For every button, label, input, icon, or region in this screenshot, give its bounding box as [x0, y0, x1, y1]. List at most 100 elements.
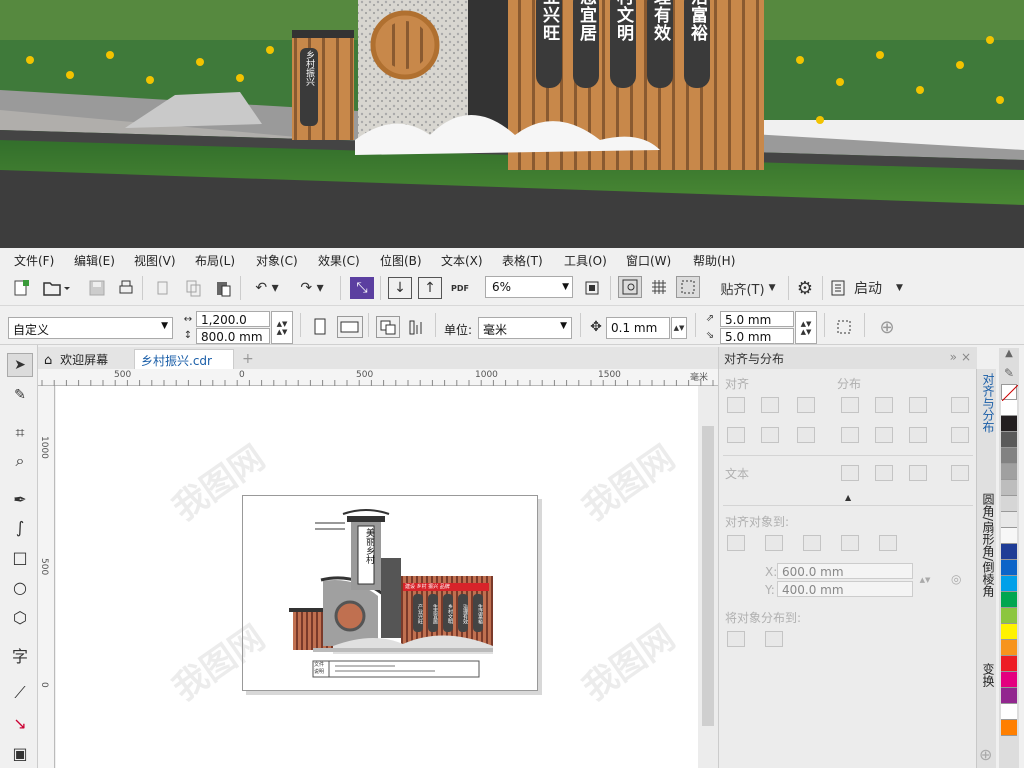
color-swatch[interactable]	[1001, 640, 1017, 656]
align-left-icon[interactable]	[727, 397, 745, 413]
align-to-point-icon[interactable]	[879, 535, 897, 551]
full-screen-icon[interactable]	[580, 277, 604, 299]
portrait-icon[interactable]	[310, 316, 330, 338]
show-rulers-icon[interactable]	[618, 276, 642, 298]
no-fill-swatch[interactable]	[1001, 384, 1018, 401]
expand-icon[interactable]: »	[950, 350, 957, 364]
new-document-icon[interactable]	[10, 278, 32, 298]
side-tab-transform[interactable]: 变换	[980, 663, 997, 687]
color-swatch[interactable]	[1001, 528, 1017, 544]
zoom-level-field[interactable]: 6% ▼	[485, 276, 573, 298]
page-width-field[interactable]: 1,200.0 mm	[196, 311, 270, 341]
color-swatch[interactable]	[1001, 608, 1017, 624]
nudge-distance-field[interactable]: 0.1 mm	[606, 317, 670, 339]
menu-file[interactable]: 文件(F)	[14, 252, 54, 269]
export-icon[interactable]: ↑	[418, 277, 442, 299]
color-swatch[interactable]	[1001, 400, 1017, 416]
menu-edit[interactable]: 编辑(E)	[74, 252, 115, 269]
nudge-stepper[interactable]: ▲▼	[671, 317, 687, 339]
show-grid-icon[interactable]	[648, 276, 670, 298]
cut-icon[interactable]	[152, 278, 174, 298]
color-swatch[interactable]	[1001, 512, 1017, 528]
align-center-v-icon[interactable]	[761, 427, 779, 443]
scrollbar-thumb[interactable]	[702, 426, 714, 726]
redo-icon[interactable]: ↷ ▾	[295, 278, 329, 298]
pick-tool-icon[interactable]: ➤	[7, 353, 33, 377]
align-y-field[interactable]: 400.0 mm	[777, 581, 913, 597]
show-guidelines-icon[interactable]	[676, 276, 700, 298]
color-swatch[interactable]	[1001, 576, 1017, 592]
units-dropdown[interactable]: 毫米 ▼	[478, 317, 572, 339]
menu-layout[interactable]: 布局(L)	[195, 252, 235, 269]
import-icon[interactable]: ↓	[388, 277, 412, 299]
color-swatch[interactable]	[1001, 544, 1017, 560]
distribute-center-icon[interactable]	[875, 397, 893, 413]
color-swatch[interactable]	[1001, 480, 1017, 496]
color-swatch[interactable]	[1001, 624, 1017, 640]
treat-as-filled-icon[interactable]	[832, 316, 856, 338]
target-point-icon[interactable]: ◎	[951, 572, 961, 586]
drop-shadow-tool-icon[interactable]: ▣	[7, 741, 33, 765]
vertical-ruler[interactable]: 1000 500 0	[38, 386, 55, 768]
distribute-right-icon[interactable]	[951, 397, 969, 413]
close-icon[interactable]: ×	[961, 350, 971, 364]
distribute-to-page-icon[interactable]	[765, 631, 783, 647]
vertical-scrollbar[interactable]	[698, 386, 718, 768]
align-top-icon[interactable]	[727, 427, 745, 443]
distribute-spacing-icon[interactable]	[909, 397, 927, 413]
menu-text[interactable]: 文本(X)	[441, 252, 483, 269]
color-swatch[interactable]	[1001, 592, 1017, 608]
dimension-stepper[interactable]: ▲▼ ▲▼	[271, 311, 293, 344]
align-to-active-icon[interactable]	[727, 535, 745, 551]
application-launcher[interactable]: 启动 ▼	[830, 277, 920, 299]
align-to-page-center-icon[interactable]	[803, 535, 821, 551]
color-swatch[interactable]	[1001, 464, 1017, 480]
distribute-v-spacing-icon[interactable]	[909, 427, 927, 443]
duplicate-y-field[interactable]: 5.0 mm	[720, 328, 794, 344]
open-folder-icon[interactable]	[40, 278, 72, 298]
align-right-icon[interactable]	[797, 397, 815, 413]
publish-pdf-icon[interactable]: PDF	[448, 277, 472, 299]
eyedropper-icon[interactable]: ✎	[999, 366, 1019, 384]
add-icon[interactable]: ⊕	[876, 316, 898, 338]
distribute-middle-icon[interactable]	[875, 427, 893, 443]
side-tab-fillet[interactable]: 圆角/扇形角/倒棱角	[980, 493, 997, 597]
paste-icon[interactable]	[212, 278, 234, 298]
align-x-field[interactable]: 600.0 mm	[777, 563, 913, 579]
color-swatch[interactable]	[1001, 416, 1017, 432]
artistic-media-icon[interactable]: ∫	[7, 515, 33, 539]
color-swatch[interactable]	[1001, 672, 1017, 688]
color-swatch[interactable]	[1001, 448, 1017, 464]
landscape-icon[interactable]	[337, 316, 363, 338]
drawing-canvas[interactable]: 美丽乡村 建设 乡村 振兴 品牌 产业兴旺 生态宜居 乡村文明 治理有效 生活富裕 文件…	[56, 386, 718, 768]
align-center-h-icon[interactable]	[761, 397, 779, 413]
page-preset-dropdown[interactable]: 自定义 ▼	[8, 317, 173, 339]
rectangle-tool-icon[interactable]: □	[7, 545, 33, 569]
copy-icon[interactable]	[182, 278, 204, 298]
distribute-to-selection-icon[interactable]	[727, 631, 745, 647]
print-icon[interactable]	[115, 278, 137, 298]
save-icon[interactable]	[86, 278, 108, 298]
connector-tool-icon[interactable]: ↘	[7, 711, 33, 735]
shape-tool-icon[interactable]: ✎	[7, 383, 33, 407]
color-swatch[interactable]	[1001, 656, 1017, 672]
text-bbox-icon[interactable]	[909, 465, 927, 481]
crop-tool-icon[interactable]: ⌗	[7, 421, 33, 445]
duplicate-stepper[interactable]: ▲▼ ▲▼	[795, 311, 817, 344]
gear-icon[interactable]: ⚙	[794, 277, 816, 299]
text-last-line-icon[interactable]	[875, 465, 893, 481]
color-swatch[interactable]	[1001, 704, 1017, 720]
color-swatch[interactable]	[1001, 496, 1017, 512]
color-swatch[interactable]	[1001, 432, 1017, 448]
horizontal-ruler[interactable]: 500 0 500 1000 1500 毫米	[38, 369, 718, 386]
search-content-icon[interactable]: ⤡	[350, 277, 374, 299]
color-swatch[interactable]	[1001, 688, 1017, 704]
distribute-top-icon[interactable]	[841, 427, 859, 443]
text-tool-icon[interactable]: 字	[7, 643, 33, 667]
all-pages-icon[interactable]	[376, 316, 400, 338]
text-first-line-icon[interactable]	[841, 465, 859, 481]
page-height-field[interactable]: 800.0 mm	[196, 328, 270, 344]
menu-view[interactable]: 视图(V)	[134, 252, 176, 269]
menu-tools[interactable]: 工具(O)	[564, 252, 607, 269]
dimension-tool-icon[interactable]: ⟋	[7, 681, 33, 705]
